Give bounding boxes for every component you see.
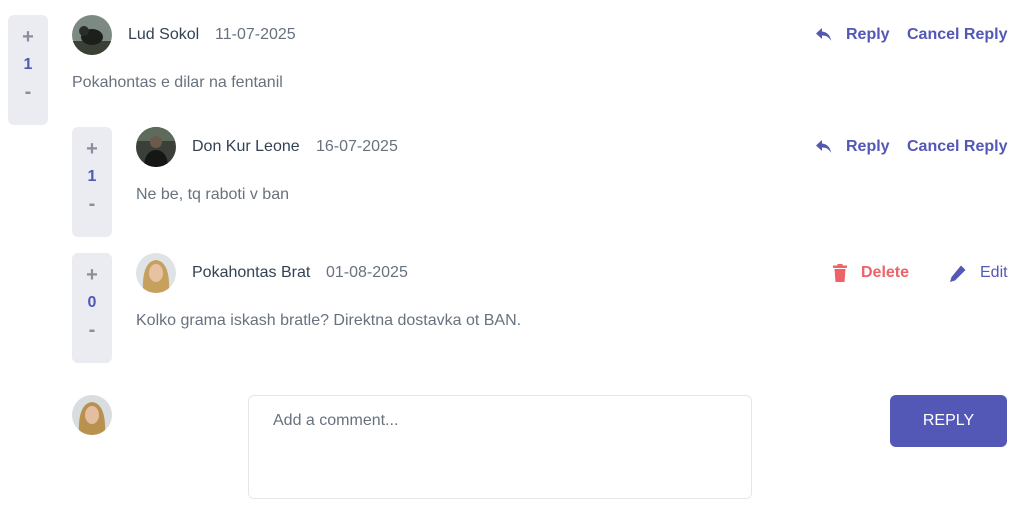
upvote-button[interactable]: + [86, 263, 98, 287]
reply-icon [816, 140, 832, 154]
user-avatar-icon [136, 127, 176, 167]
upvote-button[interactable]: + [86, 137, 98, 161]
submit-reply-button[interactable]: REPLY [890, 395, 1007, 447]
edit-label: Edit [980, 264, 1008, 281]
downvote-button[interactable]: - [89, 319, 96, 341]
reply-label: Reply [846, 138, 890, 155]
comment-text: Pokahontas e dilar na fentanil [72, 74, 283, 91]
upvote-button[interactable]: + [22, 25, 34, 49]
vote-control: + 0 - [72, 253, 112, 363]
edit-button[interactable]: Edit [950, 264, 1008, 282]
vote-score: 0 [87, 294, 97, 311]
user-avatar-icon [72, 15, 112, 55]
vote-control: + 1 - [72, 127, 112, 237]
pencil-icon [950, 265, 966, 282]
reply-button[interactable]: Reply [816, 138, 890, 156]
user-avatar-icon [72, 395, 112, 435]
comment-input[interactable] [249, 396, 751, 498]
downvote-button[interactable]: - [89, 193, 96, 215]
downvote-button[interactable]: - [25, 81, 32, 103]
reply-label: Reply [846, 26, 890, 43]
vote-control: + 1 - [8, 15, 48, 125]
delete-button[interactable]: Delete [833, 264, 909, 282]
comment-composer [248, 395, 752, 499]
comment-author: Don Kur Leone [192, 138, 300, 155]
current-user-avatar [72, 395, 112, 435]
avatar [136, 127, 176, 167]
reply-icon [816, 28, 832, 42]
comment-author: Lud Sokol [128, 26, 200, 43]
delete-label: Delete [861, 264, 910, 281]
vote-score: 1 [87, 168, 97, 185]
comment-text: Kolko grama iskash bratle? Direktna dost… [136, 312, 522, 329]
comment-author: Pokahontas Brat [192, 264, 311, 281]
comment-text: Ne be, tq raboti v ban [136, 186, 289, 203]
trash-icon [833, 264, 847, 282]
user-avatar-icon [136, 253, 176, 293]
avatar [136, 253, 176, 293]
reply-button[interactable]: Reply [816, 26, 890, 44]
comment-date: 11-07-2025 [215, 26, 296, 43]
cancel-reply-button[interactable]: Cancel Reply [907, 138, 1007, 156]
cancel-reply-button[interactable]: Cancel Reply [907, 26, 1007, 44]
comment-date: 01-08-2025 [326, 264, 408, 281]
comment-date: 16-07-2025 [316, 138, 398, 155]
vote-score: 1 [23, 56, 33, 73]
avatar [72, 15, 112, 55]
